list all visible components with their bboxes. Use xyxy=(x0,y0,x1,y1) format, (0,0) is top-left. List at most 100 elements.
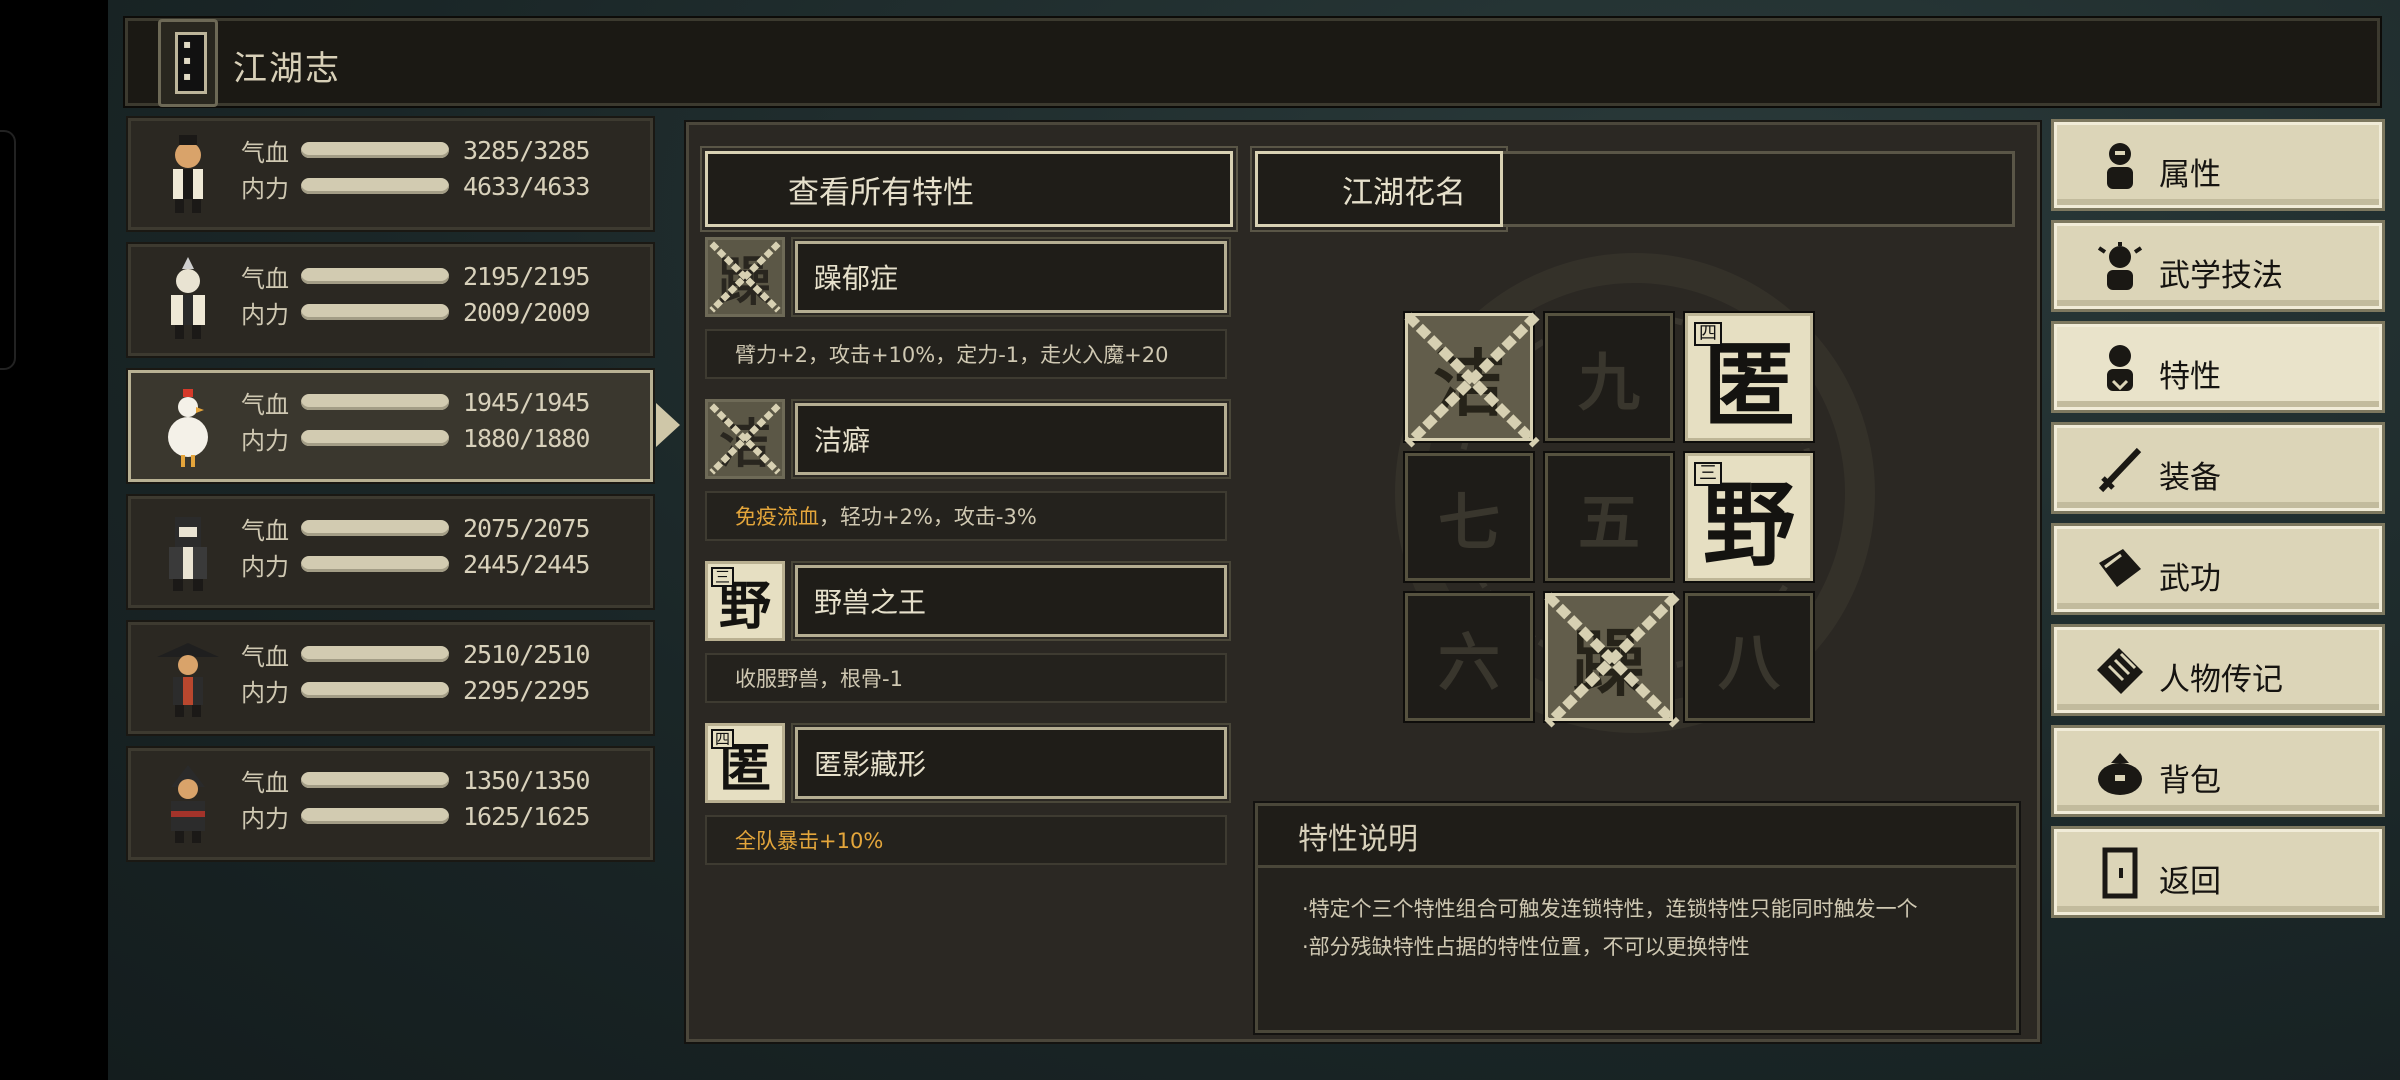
mp-label: 内力 xyxy=(241,174,289,203)
chain-lock-icon xyxy=(709,403,781,475)
mp-value: 2445/2445 xyxy=(463,549,590,579)
trait-description: 收服野兽，根骨-1 xyxy=(705,653,1227,703)
slot-glyph: 八 xyxy=(1717,626,1780,699)
hp-label: 气血 xyxy=(241,768,289,797)
menu-return[interactable]: 返回 xyxy=(2051,826,2385,918)
chain-lock-icon xyxy=(709,241,781,313)
menu-bag[interactable]: 背包 xyxy=(2051,725,2385,817)
hp-value: 2510/2510 xyxy=(463,639,590,669)
trait-name: 匿影藏形 xyxy=(791,723,1231,803)
trait-icon xyxy=(2107,345,2133,391)
menu-traits[interactable]: 特性 xyxy=(2051,321,2385,413)
hp-label: 气血 xyxy=(241,390,289,419)
menu-martial-skills[interactable]: 武学技法 xyxy=(2051,220,2385,312)
grid-slot-6[interactable]: 野三 xyxy=(1683,451,1815,583)
party-member-1[interactable]: 气血 3285/3285 内力 4633/4633 xyxy=(126,116,655,232)
hp-bar xyxy=(301,520,449,536)
menu-attributes[interactable]: 属性 xyxy=(2051,119,2385,211)
mp-label: 内力 xyxy=(241,804,289,833)
hat-avatar-icon xyxy=(157,643,219,717)
manual-icon xyxy=(2099,549,2141,587)
party-member-4[interactable]: 气血 2075/2075 内力 2445/2445 xyxy=(126,494,655,610)
trait-name: 洁癖 xyxy=(791,399,1231,479)
sword-icon xyxy=(2098,447,2142,493)
grid-slot-9[interactable]: 八 xyxy=(1683,591,1815,723)
grid-slot-8[interactable]: 躁 xyxy=(1543,591,1680,728)
menu-kungfu[interactable]: 武功 xyxy=(2051,523,2385,615)
menu-biography[interactable]: 人物传记 xyxy=(2051,624,2385,716)
trait-name: 野兽之王 xyxy=(791,561,1231,641)
side-menu: 属性 武学技法 特性 装备 武功 人物传记 背包 返回 xyxy=(2051,119,2385,930)
grid-slot-3[interactable]: 匿四 xyxy=(1683,311,1815,443)
mp-label: 内力 xyxy=(241,426,289,455)
info-line: ·部分残缺特性占据的特性位置，不可以更换特性 xyxy=(1302,935,1750,959)
biography-icon xyxy=(2097,648,2143,694)
party-member-2[interactable]: 气血 2195/2195 内力 2009/2009 xyxy=(126,242,655,358)
party-member-3-selected[interactable]: 气血 1945/1945 内力 1880/1880 xyxy=(126,368,680,484)
menu-label: 武学技法 xyxy=(2159,258,2283,294)
door-icon xyxy=(2102,847,2138,899)
trait-tile: 匿 四 xyxy=(705,723,785,803)
trait-info-box: 特性说明 ·特定个三个特性组合可触发连锁特性，连锁特性只能同时触发一个 ·部分残… xyxy=(1253,801,2021,1035)
slot-glyph: 六 xyxy=(1437,626,1500,699)
hp-value: 1350/1350 xyxy=(463,765,590,795)
slot-glyph: 九 xyxy=(1577,346,1640,419)
trait-effect: 臂力+2，攻击+10%，定力-1，走火入魔+20 xyxy=(735,343,1169,367)
trait-highlight: 免疫流血 xyxy=(735,505,819,529)
trait-grid: 洁 九 匿四 七 五 野三 六 躁 八 xyxy=(1255,253,2015,893)
mp-bar xyxy=(301,682,449,698)
info-title: 特性说明 xyxy=(1258,806,2016,868)
trait-name: 躁郁症 xyxy=(791,237,1231,317)
hp-bar xyxy=(301,268,449,284)
monk-avatar-icon xyxy=(171,257,205,339)
mp-bar xyxy=(301,556,449,572)
grid-slot-7[interactable]: 六 xyxy=(1403,591,1535,723)
mp-label: 内力 xyxy=(241,678,289,707)
title-bar: 江湖志 xyxy=(123,16,2382,108)
screen-bezel xyxy=(0,0,108,1080)
menu-label: 装备 xyxy=(2159,460,2221,496)
grid-slot-4[interactable]: 七 xyxy=(1403,451,1535,583)
trait-effect: 收服野兽，根骨-1 xyxy=(735,667,903,691)
hp-label: 气血 xyxy=(241,642,289,671)
martial-skill-icon xyxy=(2097,242,2143,290)
trait-tile: 躁 xyxy=(705,237,785,317)
bag-icon xyxy=(2098,753,2142,795)
hp-bar xyxy=(301,646,449,662)
grid-slot-5[interactable]: 五 xyxy=(1543,451,1675,583)
slot-number: 四 xyxy=(711,729,735,749)
grid-slot-1[interactable]: 洁 xyxy=(1403,311,1540,448)
hp-bar xyxy=(301,142,449,158)
mp-bar xyxy=(301,430,449,446)
nickname-tab[interactable]: 江湖花名 xyxy=(1250,146,1508,232)
party-member-6[interactable]: 气血 1350/1350 内力 1625/1625 xyxy=(126,746,655,862)
slot-glyph: 七 xyxy=(1437,486,1500,559)
view-all-traits-button[interactable]: 查看所有特性 xyxy=(700,146,1238,232)
menu-equipment[interactable]: 装备 xyxy=(2051,422,2385,514)
selected-arrow-icon xyxy=(656,403,680,447)
slot-glyph: 五 xyxy=(1577,486,1640,559)
mp-value: 4633/4633 xyxy=(463,171,590,201)
camera-notch xyxy=(0,130,16,370)
trait-panel: 查看所有特性 江湖花名 躁 躁郁症 臂力+2，攻击+10%，定力-1，走火入魔+… xyxy=(684,120,2042,1044)
grid-slot-2[interactable]: 九 xyxy=(1543,311,1675,443)
mp-label: 内力 xyxy=(241,300,289,329)
warrior-avatar-icon xyxy=(173,135,203,213)
slot-number: 三 xyxy=(711,567,735,587)
trait-description: 全队暴击+10% xyxy=(705,815,1227,865)
hp-label: 气血 xyxy=(241,516,289,545)
mp-bar xyxy=(301,808,449,824)
hp-label: 气血 xyxy=(241,138,289,167)
slot-number: 三 xyxy=(1694,462,1722,486)
trait-effect: 全队暴击+10% xyxy=(735,829,884,853)
menu-label: 特性 xyxy=(2159,359,2221,395)
attribute-icon xyxy=(2107,143,2133,189)
chicken-avatar-icon xyxy=(168,389,208,467)
journal-book-icon xyxy=(158,19,218,107)
menu-label: 返回 xyxy=(2159,864,2221,900)
mp-value: 2295/2295 xyxy=(463,675,590,705)
mp-value: 1880/1880 xyxy=(463,423,590,453)
party-member-5[interactable]: 气血 2510/2510 内力 2295/2295 xyxy=(126,620,655,736)
chain-lock-icon xyxy=(1544,592,1680,728)
hp-value: 3285/3285 xyxy=(463,135,590,165)
